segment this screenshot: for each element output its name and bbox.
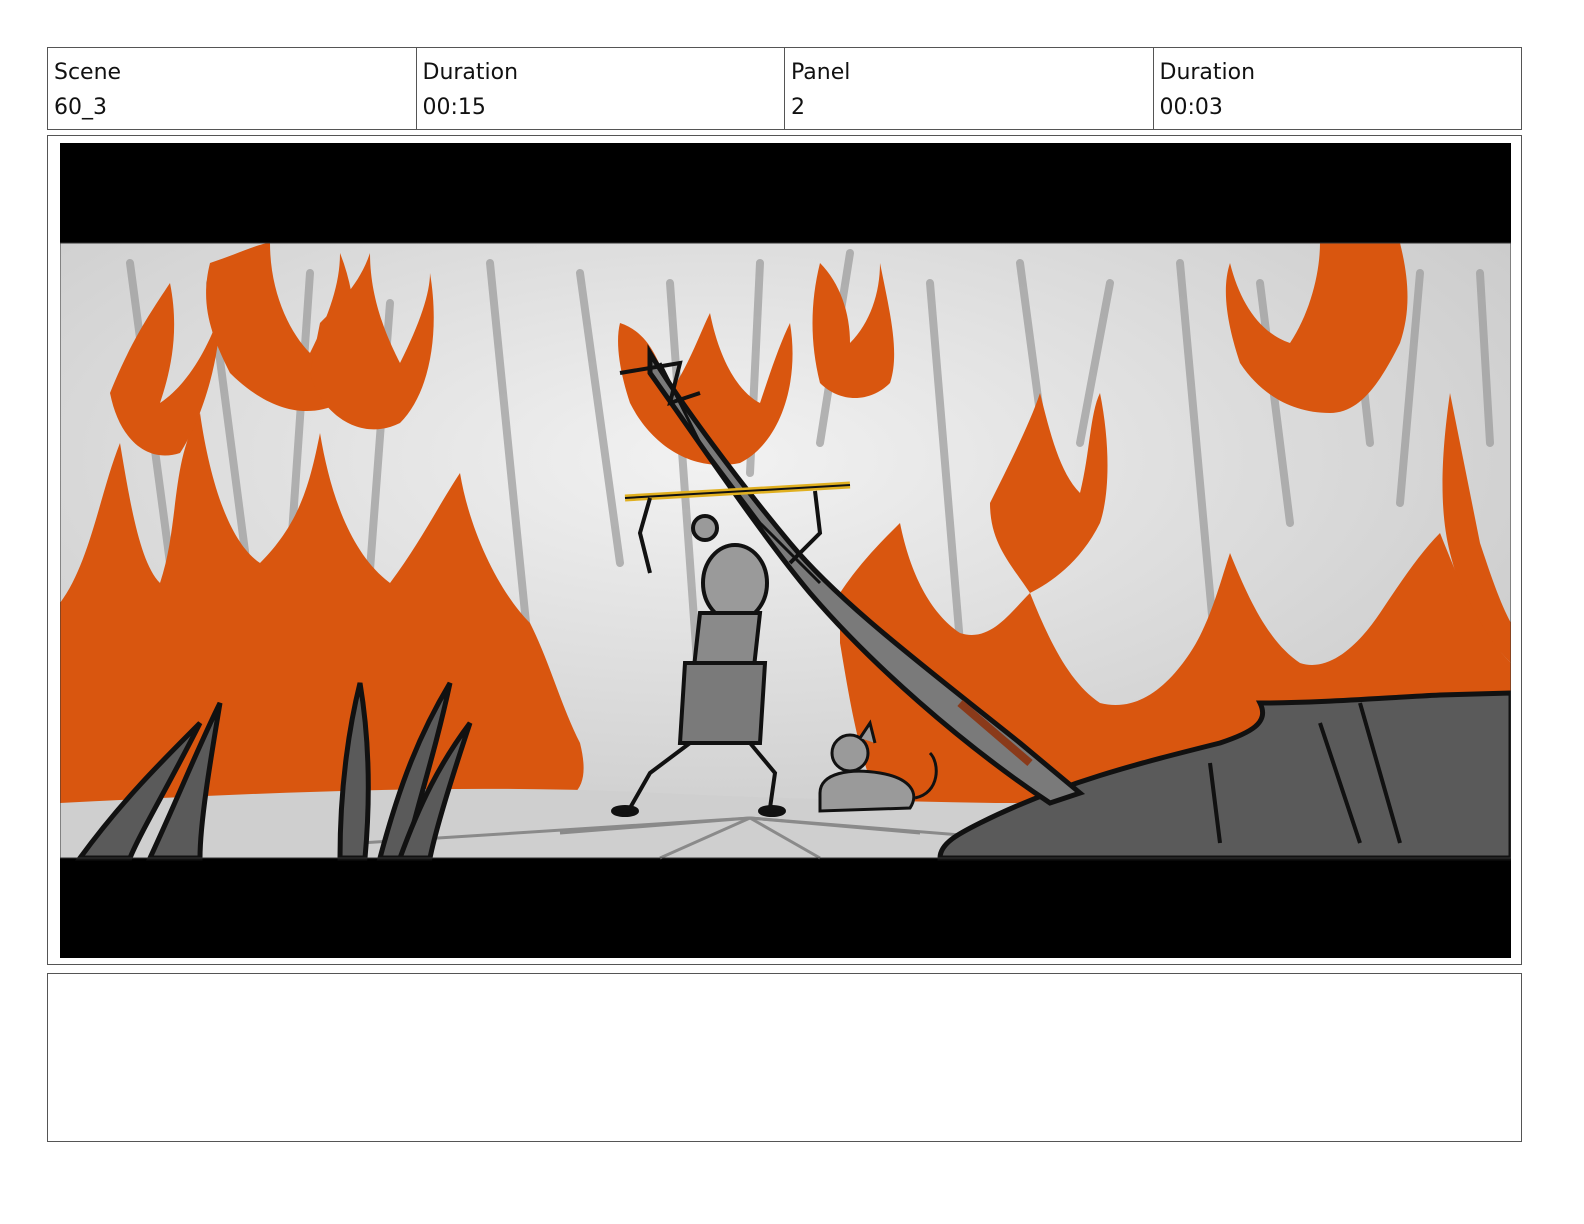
- letterbox-bottom: [60, 858, 1511, 958]
- storyboard-drawing: [60, 143, 1511, 958]
- panel-duration-cell: Duration 00:03: [1154, 48, 1522, 129]
- panel-cell: Panel 2: [785, 48, 1154, 129]
- storyboard-sketch: [60, 143, 1511, 958]
- panel-duration-value: 00:03: [1159, 95, 1223, 120]
- panel-label: Panel: [791, 60, 851, 85]
- panel-notes-box[interactable]: [47, 973, 1522, 1142]
- panel-value: 2: [791, 95, 805, 120]
- scene-label: Scene: [54, 60, 122, 85]
- panel-info-header: Scene 60_3 Duration 00:15 Panel 2 Durati…: [47, 47, 1522, 130]
- storyboard-panel-frame: [47, 135, 1522, 965]
- scene-duration-cell: Duration 00:15: [417, 48, 785, 129]
- panel-duration-label: Duration: [1159, 60, 1256, 85]
- scene-duration-label: Duration: [422, 60, 519, 85]
- letterbox-top: [60, 143, 1511, 243]
- scene-duration-value: 00:15: [422, 95, 486, 120]
- scene-value: 60_3: [54, 95, 107, 120]
- scene-cell: Scene 60_3: [48, 48, 417, 129]
